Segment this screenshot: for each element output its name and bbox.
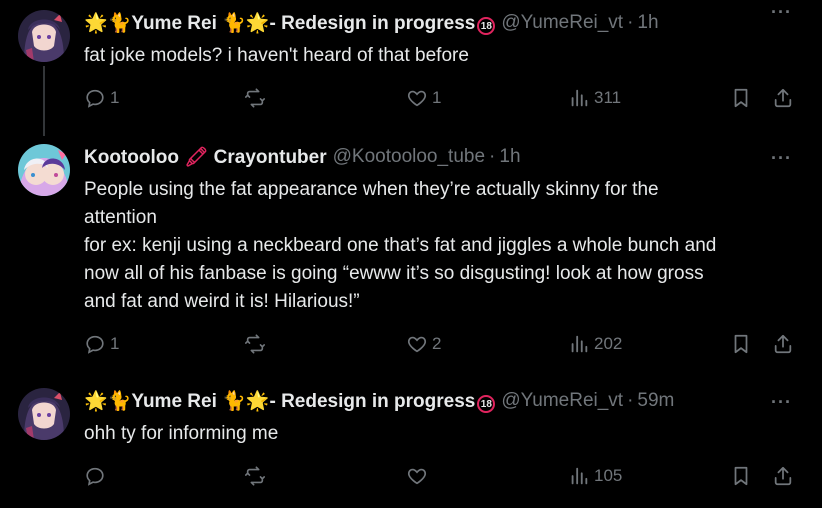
views-button[interactable]: 105: [568, 464, 622, 488]
like-count: 2: [432, 334, 442, 353]
display-name[interactable]: Kootooloo 🖍 Crayontuber: [84, 145, 327, 169]
retweet-icon: [245, 466, 265, 486]
retweet-button[interactable]: [244, 86, 270, 110]
share-button[interactable]: [772, 464, 794, 488]
like-count: 1: [432, 88, 442, 107]
reply-button[interactable]: 1: [84, 86, 119, 110]
tweet-actions: 1 1 311: [84, 86, 804, 110]
handle[interactable]: @YumeRei_vt: [501, 390, 623, 412]
views-button[interactable]: 202: [568, 332, 622, 356]
age-18-badge-icon: 18: [477, 17, 496, 36]
more-options-icon[interactable]: ···: [771, 2, 792, 23]
bookmark-button[interactable]: [730, 464, 752, 488]
analytics-icon: [571, 467, 588, 485]
reply-count: 1: [110, 88, 120, 107]
retweet-button[interactable]: [244, 464, 270, 488]
separator-dot: ·: [627, 390, 634, 411]
name-emoji-mid: 🐈🌟: [222, 12, 270, 34]
tweet-text: ohh ty for informing me: [84, 423, 279, 444]
heart-icon: [407, 90, 427, 107]
separator-dot: ·: [627, 12, 634, 33]
like-button[interactable]: 2: [406, 332, 441, 356]
tweet-header: Kootooloo 🖍 Crayontuber @Kootooloo_tube …: [84, 146, 822, 168]
bookmark-icon: [734, 334, 748, 354]
name-emoji-prefix: 🌟🐈: [84, 390, 132, 412]
like-button[interactable]: 1: [406, 86, 441, 110]
tweet-actions: 1 2 202: [84, 332, 804, 356]
display-name[interactable]: 🌟🐈Yume Rei 🐈🌟- Redesign in progress 18: [84, 389, 496, 414]
analytics-icon: [571, 335, 588, 353]
retweet-icon: [245, 88, 265, 108]
reply-thread: 🌟🐈Yume Rei 🐈🌟- Redesign in progress 18 @Y…: [0, 0, 822, 508]
avatar-kootooloo[interactable]: [18, 144, 70, 196]
bookmark-icon: [734, 466, 748, 486]
tweet-actions: 105: [84, 464, 804, 488]
heart-icon: [407, 336, 427, 353]
reply-icon: [86, 89, 104, 108]
more-options-icon[interactable]: ···: [771, 392, 792, 413]
handle[interactable]: @YumeRei_vt: [501, 12, 623, 34]
timestamp[interactable]: 1h: [499, 146, 520, 168]
like-button[interactable]: [406, 464, 432, 488]
age-18-badge-icon: 18: [477, 395, 496, 414]
views-button[interactable]: 311: [568, 86, 621, 110]
timestamp[interactable]: 1h: [637, 12, 658, 34]
name-emoji-prefix: 🌟🐈: [84, 12, 132, 34]
share-icon: [774, 334, 792, 354]
handle[interactable]: @Kootooloo_tube: [333, 146, 485, 168]
reply-button[interactable]: [84, 464, 110, 488]
reply-icon: [86, 335, 104, 354]
heart-icon: [407, 468, 427, 485]
view-count: 105: [594, 466, 623, 485]
bookmark-icon: [734, 88, 748, 108]
view-count: 311: [594, 88, 622, 107]
share-icon: [774, 88, 792, 108]
tweet-1[interactable]: 🌟🐈Yume Rei 🐈🌟- Redesign in progress 18 @Y…: [0, 0, 822, 130]
avatar-yumerei[interactable]: [18, 10, 70, 62]
reply-button[interactable]: 1: [84, 332, 119, 356]
avatar-yumerei[interactable]: [18, 388, 70, 440]
share-button[interactable]: [772, 86, 794, 110]
reply-icon: [86, 467, 104, 486]
crayon-emoji-icon: 🖍: [184, 147, 209, 168]
tweet-3[interactable]: 🌟🐈Yume Rei 🐈🌟- Redesign in progress 18 @Y…: [0, 372, 822, 508]
more-options-icon[interactable]: ···: [771, 148, 792, 169]
tweet-header: 🌟🐈Yume Rei 🐈🌟- Redesign in progress 18 @Y…: [84, 389, 822, 414]
reply-count: 1: [110, 334, 120, 353]
share-icon: [774, 466, 792, 486]
retweet-icon: [245, 334, 265, 354]
bookmark-button[interactable]: [730, 86, 752, 110]
tweet-text: People using the fat appearance when the…: [84, 179, 717, 312]
bookmark-button[interactable]: [730, 332, 752, 356]
retweet-button[interactable]: [244, 332, 270, 356]
name-emoji-mid: 🐈🌟: [222, 390, 270, 412]
share-button[interactable]: [772, 332, 794, 356]
analytics-icon: [571, 89, 588, 107]
display-name[interactable]: 🌟🐈Yume Rei 🐈🌟- Redesign in progress 18: [84, 11, 496, 36]
tweet-header: 🌟🐈Yume Rei 🐈🌟- Redesign in progress 18 @Y…: [84, 11, 822, 36]
tweet-text: fat joke models? i haven't heard of that…: [84, 45, 469, 66]
timestamp[interactable]: 59m: [637, 390, 674, 412]
separator-dot: ·: [489, 146, 496, 167]
tweet-2[interactable]: Kootooloo 🖍 Crayontuber @Kootooloo_tube …: [0, 130, 822, 372]
view-count: 202: [594, 334, 623, 353]
